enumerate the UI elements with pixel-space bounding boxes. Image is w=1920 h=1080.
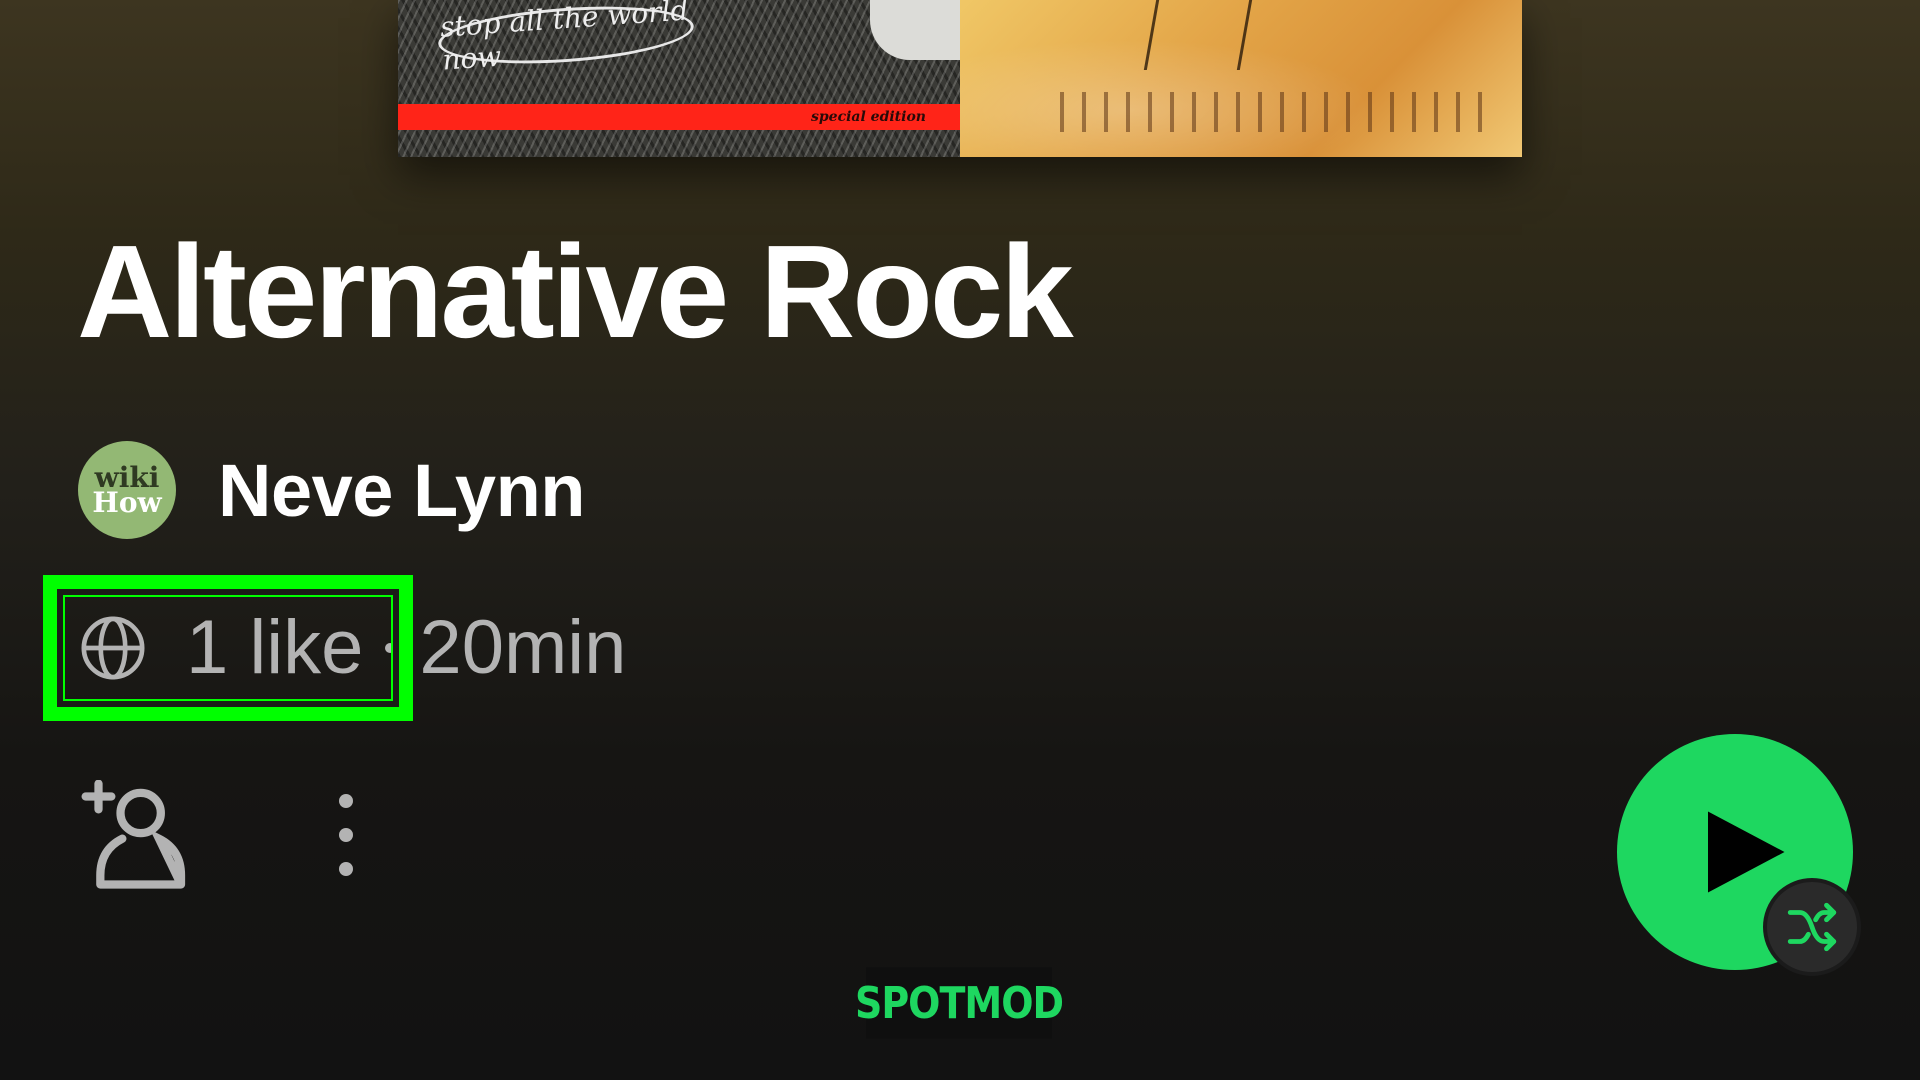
more-options-button[interactable] xyxy=(326,780,366,890)
cover-edition-text: special edition xyxy=(810,109,926,125)
more-dot xyxy=(339,862,353,876)
highlight-annotation-box xyxy=(43,575,413,721)
playlist-title: Alternative Rock xyxy=(77,218,1074,365)
action-bar xyxy=(78,780,366,890)
cover-tile-2 xyxy=(960,0,1522,157)
cover-white-shape xyxy=(870,0,960,60)
avatar-text-line2: How xyxy=(92,486,162,519)
playlist-duration: 20min xyxy=(419,605,627,690)
more-dot xyxy=(339,828,353,842)
playlist-cover-art: stop all the world now special edition xyxy=(398,0,1522,157)
play-icon xyxy=(1708,811,1785,893)
shuffle-icon xyxy=(1787,902,1837,952)
owner-name[interactable]: Neve Lynn xyxy=(218,448,585,533)
owner-row[interactable]: wiki How Neve Lynn xyxy=(78,441,585,539)
more-dot xyxy=(339,794,353,808)
cover-figures xyxy=(1060,92,1492,132)
cover-tile-1: stop all the world now special edition xyxy=(398,0,960,157)
cover-sketch xyxy=(1143,0,1253,70)
add-user-icon[interactable] xyxy=(78,780,196,890)
shuffle-button[interactable] xyxy=(1763,878,1861,976)
watermark-logo: SPOTMOD xyxy=(855,967,1064,1039)
cover-scribble-text: stop all the world now xyxy=(436,0,696,77)
avatar[interactable]: wiki How xyxy=(78,441,176,539)
